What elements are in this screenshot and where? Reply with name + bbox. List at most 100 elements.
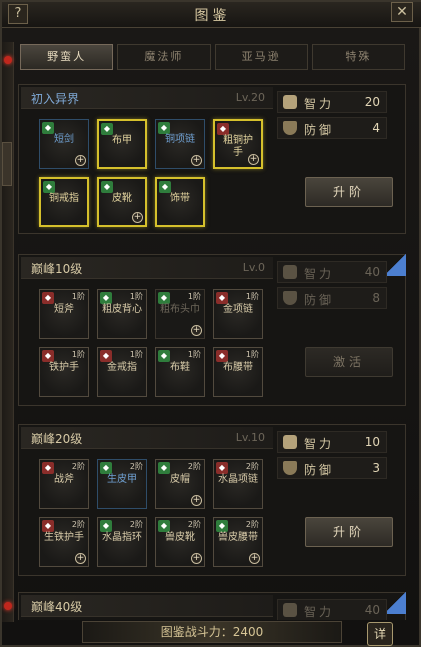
item-name: 皮帽 (170, 474, 190, 485)
section-header: 初入异界 Lv.20 (21, 87, 273, 109)
stat-defense: 防御 8 (277, 287, 387, 309)
equipment-slot[interactable]: ◆ 饰带 (155, 177, 205, 227)
quality-icon: ◆ (100, 520, 112, 532)
collection-power: 图鉴战斗力：2400 (82, 621, 342, 643)
item-name: 铜戒指 (49, 193, 79, 204)
stat-intelligence: 智力 20 (277, 91, 387, 113)
fist-icon (283, 95, 297, 109)
item-name: 水晶项链 (218, 474, 258, 485)
section-name: 巅峰20级 (31, 432, 83, 446)
tab-mage[interactable]: 魔法师 (117, 44, 211, 70)
add-icon[interactable]: + (248, 154, 259, 165)
quality-icon: ◆ (42, 350, 54, 362)
item-name: 布甲 (112, 135, 132, 146)
tab-amazon[interactable]: 亚马逊 (214, 44, 308, 70)
add-icon[interactable]: + (191, 553, 202, 564)
section-name: 巅峰10级 (31, 262, 83, 276)
equipment-slot[interactable]: ◆ 2阶 水晶指环 (97, 517, 147, 567)
add-icon[interactable]: + (249, 553, 260, 564)
equipment-slot[interactable]: ◆ 粗铜护手 + (213, 119, 263, 169)
collection-section: 初入异界 Lv.20 ◆ 短剑 + ◆ 布甲 ◆ 铜项链 + ◆ 粗铜护手 + (18, 84, 406, 234)
equipment-slot[interactable]: ◆ 1阶 粗皮背心 (97, 289, 147, 339)
equipment-slot[interactable]: ◆ 2阶 战斧 (39, 459, 89, 509)
equipment-slot[interactable]: ◆ 1阶 金戒指 (97, 347, 147, 397)
quality-icon: ◆ (216, 462, 228, 474)
section-name: 巅峰40级 (31, 600, 83, 614)
item-name: 水晶指环 (102, 532, 142, 543)
equipment-slot[interactable]: ◆ 2阶 兽皮靴 + (155, 517, 205, 567)
stat-defense: 防御 3 (277, 457, 387, 479)
item-name: 饰带 (170, 193, 190, 204)
fist-icon (283, 603, 297, 617)
equipment-slot[interactable]: ◆ 2阶 水晶项链 (213, 459, 263, 509)
quality-icon: ◆ (159, 181, 171, 193)
left-rail (2, 42, 14, 622)
equipment-slot[interactable]: ◆ 2阶 生铁护手 + (39, 517, 89, 567)
quality-icon: ◆ (42, 462, 54, 474)
quality-icon: ◆ (42, 122, 54, 134)
tab-barbarian[interactable]: 野蛮人 (20, 44, 114, 70)
quality-icon: ◆ (158, 292, 170, 304)
fist-icon (283, 265, 297, 279)
help-button[interactable]: ? (8, 4, 28, 24)
collection-section: 巅峰40级 智力 40 (18, 592, 406, 620)
collection-section: 巅峰20级 Lv.10 ◆ 2阶 战斧 ◆ 2阶 生皮甲 ◆ 2阶 皮帽 + ◆ (18, 424, 406, 576)
item-name: 金项链 (223, 304, 253, 315)
upgrade-button[interactable]: 升阶 (305, 517, 393, 547)
equipment-slot[interactable]: ◆ 1阶 金项链 (213, 289, 263, 339)
equipment-slot[interactable]: ◆ 布甲 (97, 119, 147, 169)
quality-icon: ◆ (43, 181, 55, 193)
detail-button[interactable]: 详 (367, 622, 393, 646)
close-button[interactable]: ✕ (391, 2, 413, 22)
equipment-slot[interactable]: ◆ 1阶 粗布头巾 + (155, 289, 205, 339)
item-name: 皮靴 (112, 193, 132, 204)
item-name: 铜项链 (165, 134, 195, 145)
equipment-slot[interactable]: ◆ 2阶 生皮甲 (97, 459, 147, 509)
section-name: 初入异界 (31, 92, 80, 106)
quality-icon: ◆ (100, 462, 112, 474)
add-icon[interactable]: + (75, 155, 86, 166)
rail-tab[interactable] (2, 142, 12, 186)
item-name: 生铁护手 (44, 532, 84, 543)
equipment-slot[interactable]: ◆ 皮靴 + (97, 177, 147, 227)
quality-icon: ◆ (158, 122, 170, 134)
quality-icon: ◆ (100, 350, 112, 362)
quality-icon: ◆ (101, 123, 113, 135)
stat-intelligence: 智力 10 (277, 431, 387, 453)
section-header: 巅峰40级 (21, 595, 273, 617)
class-tabs: 野蛮人 魔法师 亚马逊 特殊 (20, 44, 405, 70)
add-icon[interactable]: + (191, 325, 202, 336)
equipment-slot[interactable]: ◆ 铜项链 + (155, 119, 205, 169)
add-icon[interactable]: + (75, 553, 86, 564)
quality-icon: ◆ (158, 520, 170, 532)
equipment-slot[interactable]: ◆ 2阶 皮帽 + (155, 459, 205, 509)
new-ribbon-icon (384, 254, 406, 276)
add-icon[interactable]: + (191, 495, 202, 506)
quality-icon: ◆ (216, 292, 228, 304)
add-icon[interactable]: + (191, 155, 202, 166)
activate-button[interactable]: 激活 (305, 347, 393, 377)
quality-icon: ◆ (42, 520, 54, 532)
equipment-slot[interactable]: ◆ 短剑 + (39, 119, 89, 169)
new-ribbon-icon (384, 592, 406, 614)
add-icon[interactable]: + (132, 212, 143, 223)
item-name: 短斧 (54, 304, 74, 315)
equipment-slot[interactable]: ◆ 1阶 铁护手 (39, 347, 89, 397)
stat-intelligence: 智力 40 (277, 261, 387, 283)
title-bar: ? 图鉴 ✕ (2, 2, 421, 28)
collection-list[interactable]: 初入异界 Lv.20 ◆ 短剑 + ◆ 布甲 ◆ 铜项链 + ◆ 粗铜护手 + (18, 84, 406, 620)
quality-icon: ◆ (101, 181, 113, 193)
upgrade-button[interactable]: 升阶 (305, 177, 393, 207)
equipment-slot[interactable]: ◆ 铜戒指 (39, 177, 89, 227)
equipment-slot[interactable]: ◆ 1阶 布腰带 (213, 347, 263, 397)
item-name: 粗皮背心 (102, 304, 142, 315)
item-name: 布鞋 (170, 362, 190, 373)
equipment-slot[interactable]: ◆ 2阶 兽皮腰带 + (213, 517, 263, 567)
equipment-slot[interactable]: ◆ 1阶 短斧 (39, 289, 89, 339)
notification-dot-icon (4, 56, 12, 64)
shield-icon (283, 121, 297, 135)
window-title: 图鉴 (194, 7, 231, 24)
section-level: Lv.0 (242, 261, 265, 274)
equipment-slot[interactable]: ◆ 1阶 布鞋 (155, 347, 205, 397)
tab-special[interactable]: 特殊 (311, 44, 405, 70)
